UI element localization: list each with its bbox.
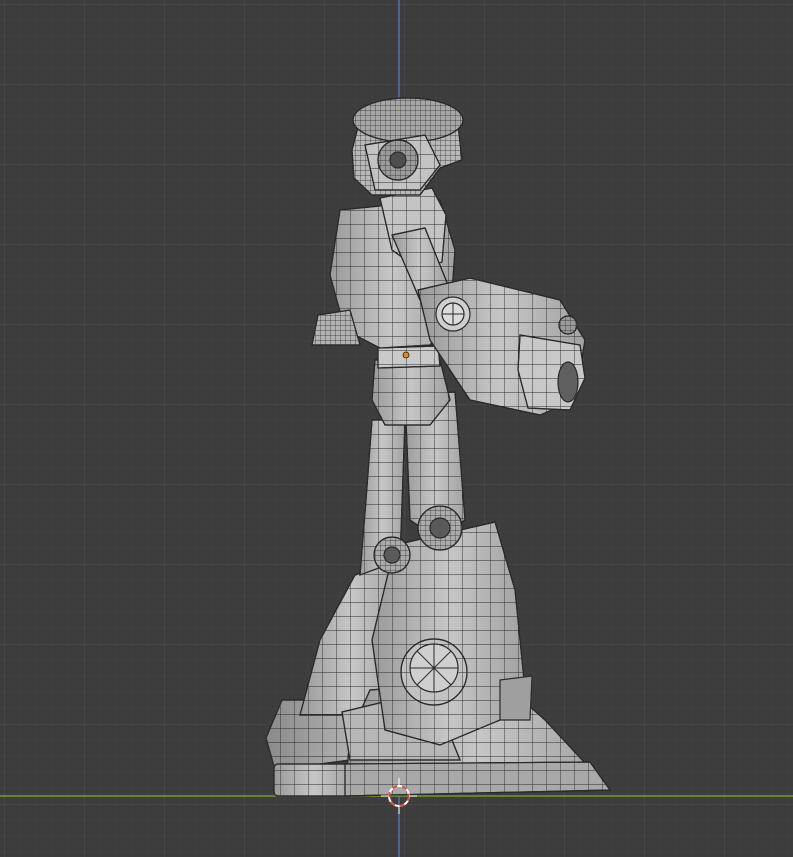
belt	[377, 345, 441, 369]
rear-knee-joint	[373, 536, 411, 574]
ear-disc	[377, 139, 419, 181]
front-knee-joint	[417, 505, 463, 551]
pelvis	[371, 359, 451, 426]
3d-viewport[interactable]	[0, 0, 793, 857]
cannon-disc	[435, 296, 471, 332]
object-origin-dot	[402, 351, 410, 359]
ankle-joint	[400, 638, 468, 706]
